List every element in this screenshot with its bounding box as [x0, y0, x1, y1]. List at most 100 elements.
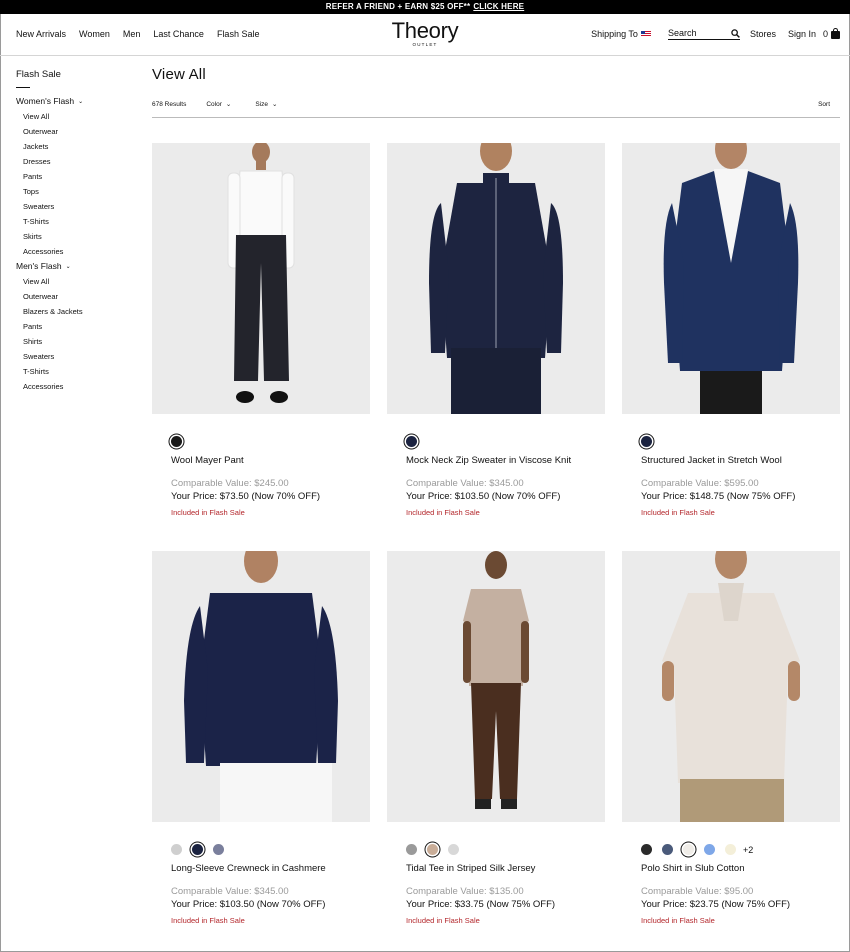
sidebar-divider — [16, 87, 30, 88]
product-card[interactable]: Wool Mayer Pant Comparable Value: $245.0… — [152, 143, 370, 517]
color-filter[interactable]: Color ⌄ — [206, 100, 231, 109]
model-photo — [463, 551, 529, 809]
sidebar-item-mens-accessories[interactable]: Accessories — [16, 379, 136, 394]
product-image[interactable] — [622, 551, 840, 822]
sort-button[interactable]: Sort — [818, 101, 830, 108]
color-swatches: +2 — [641, 844, 753, 855]
product-image[interactable] — [387, 551, 605, 822]
promo-banner: REFER A FRIEND + EARN $25 OFF** CLICK HER… — [0, 0, 850, 14]
color-swatch[interactable] — [683, 844, 694, 855]
logo[interactable]: Theory OUTLET — [383, 20, 467, 48]
comparable-value: Comparable Value: $595.00 — [641, 478, 759, 489]
product-price: Your Price: $23.75 (Now 75% OFF) — [641, 899, 791, 910]
sidebar-item-mens-view-all[interactable]: View All — [16, 274, 136, 289]
color-swatch[interactable] — [406, 844, 417, 855]
sidebar-item-mens-sweaters[interactable]: Sweaters — [16, 349, 136, 364]
flash-sale-note: Included in Flash Sale — [406, 508, 480, 517]
sidebar-item-womens-outerwear[interactable]: Outerwear — [16, 124, 136, 139]
color-swatch[interactable] — [427, 844, 438, 855]
product-image[interactable] — [152, 143, 370, 414]
filter-label: Color — [206, 100, 222, 108]
filter-label: Size — [255, 100, 268, 108]
more-colors[interactable]: +2 — [743, 845, 753, 855]
comparable-value: Comparable Value: $135.00 — [406, 886, 524, 897]
color-swatches — [641, 436, 652, 447]
color-swatch[interactable] — [662, 844, 673, 855]
promo-link[interactable]: CLICK HERE — [473, 2, 524, 11]
product-card[interactable]: Tidal Tee in Striped Silk Jersey Compara… — [387, 551, 605, 925]
color-swatch[interactable] — [213, 844, 224, 855]
us-flag-icon — [640, 31, 651, 37]
sidebar-item-mens-tshirts[interactable]: T-Shirts — [16, 364, 136, 379]
bag-icon — [831, 28, 840, 39]
product-card[interactable]: Long-Sleeve Crewneck in Cashmere Compara… — [152, 551, 370, 925]
sidebar-item-womens-skirts[interactable]: Skirts — [16, 229, 136, 244]
product-price: Your Price: $103.50 (Now 70% OFF) — [171, 899, 326, 910]
product-name[interactable]: Polo Shirt in Slub Cotton — [641, 863, 745, 874]
comparable-value: Comparable Value: $245.00 — [171, 478, 289, 489]
nav-last-chance[interactable]: Last Chance — [153, 29, 204, 39]
color-swatch[interactable] — [406, 436, 417, 447]
flash-sale-note: Included in Flash Sale — [641, 508, 715, 517]
color-swatch[interactable] — [725, 844, 736, 855]
nav-new-arrivals[interactable]: New Arrivals — [16, 29, 66, 39]
sidebar-item-womens-accessories[interactable]: Accessories — [16, 244, 136, 259]
color-swatch[interactable] — [641, 436, 652, 447]
product-image[interactable] — [387, 143, 605, 414]
cart-button[interactable]: 0 — [823, 28, 840, 39]
sidebar-item-womens-dresses[interactable]: Dresses — [16, 154, 136, 169]
flash-sale-note: Included in Flash Sale — [406, 916, 480, 925]
sidebar-item-mens-blazers-jackets[interactable]: Blazers & Jackets — [16, 304, 136, 319]
product-card[interactable]: +2 Polo Shirt in Slub Cotton Comparable … — [622, 551, 840, 925]
product-price: Your Price: $33.75 (Now 75% OFF) — [406, 899, 556, 910]
product-card[interactable]: Mock Neck Zip Sweater in Viscose Knit Co… — [387, 143, 605, 517]
nav-women[interactable]: Women — [79, 29, 110, 39]
product-price: Your Price: $103.50 (Now 70% OFF) — [406, 491, 561, 502]
sidebar-item-womens-view-all[interactable]: View All — [16, 109, 136, 124]
product-name[interactable]: Structured Jacket in Stretch Wool — [641, 455, 782, 466]
sidebar-womens-flash[interactable]: Women's Flash ⌄ — [16, 94, 136, 109]
size-filter[interactable]: Size ⌄ — [255, 100, 277, 109]
sidebar-title[interactable]: Flash Sale — [16, 69, 136, 80]
search-icon[interactable] — [731, 28, 740, 38]
results-count: 678 Results — [152, 100, 187, 108]
sidebar-item-womens-tshirts[interactable]: T-Shirts — [16, 214, 136, 229]
product-name[interactable]: Wool Mayer Pant — [171, 455, 244, 466]
color-swatch[interactable] — [448, 844, 459, 855]
nav-men[interactable]: Men — [123, 29, 141, 39]
nav-flash-sale[interactable]: Flash Sale — [217, 29, 260, 39]
color-swatch[interactable] — [171, 844, 182, 855]
search-input[interactable] — [667, 28, 724, 38]
sidebar-item-mens-shirts[interactable]: Shirts — [16, 334, 136, 349]
product-card[interactable]: Structured Jacket in Stretch Wool Compar… — [622, 143, 840, 517]
comparable-value: Comparable Value: $95.00 — [641, 886, 754, 897]
color-swatch[interactable] — [171, 436, 182, 447]
sidebar-category-label: Women's Flash — [16, 96, 75, 106]
color-swatch[interactable] — [704, 844, 715, 855]
category-sidebar: Flash Sale Women's Flash ⌄ View All Oute… — [16, 69, 136, 394]
product-name[interactable]: Tidal Tee in Striped Silk Jersey — [406, 863, 535, 874]
product-name[interactable]: Long-Sleeve Crewneck in Cashmere — [171, 863, 326, 874]
filter-bar: 678 Results Color ⌄ Size ⌄ Sort — [152, 97, 840, 111]
stores-link[interactable]: Stores — [750, 29, 776, 39]
sidebar-mens-flash[interactable]: Men's Flash ⌄ — [16, 259, 136, 274]
color-swatch[interactable] — [192, 844, 203, 855]
sidebar-item-womens-pants[interactable]: Pants — [16, 169, 136, 184]
sidebar-item-womens-sweaters[interactable]: Sweaters — [16, 199, 136, 214]
product-image[interactable] — [152, 551, 370, 822]
product-price: Your Price: $148.75 (Now 75% OFF) — [641, 491, 796, 502]
product-name[interactable]: Mock Neck Zip Sweater in Viscose Knit — [406, 455, 571, 466]
flash-sale-note: Included in Flash Sale — [171, 508, 245, 517]
color-swatch[interactable] — [641, 844, 652, 855]
sign-in-link[interactable]: Sign In — [788, 29, 816, 39]
filter-divider — [152, 117, 840, 118]
sidebar-item-womens-jackets[interactable]: Jackets — [16, 139, 136, 154]
shipping-selector[interactable]: Shipping To — [591, 29, 651, 39]
product-image[interactable] — [622, 143, 840, 414]
main-nav: New Arrivals Women Men Last Chance Flash… — [16, 29, 259, 39]
comparable-value: Comparable Value: $345.00 — [171, 886, 289, 897]
sidebar-item-womens-tops[interactable]: Tops — [16, 184, 136, 199]
flash-sale-note: Included in Flash Sale — [171, 916, 245, 925]
sidebar-item-mens-outerwear[interactable]: Outerwear — [16, 289, 136, 304]
sidebar-item-mens-pants[interactable]: Pants — [16, 319, 136, 334]
